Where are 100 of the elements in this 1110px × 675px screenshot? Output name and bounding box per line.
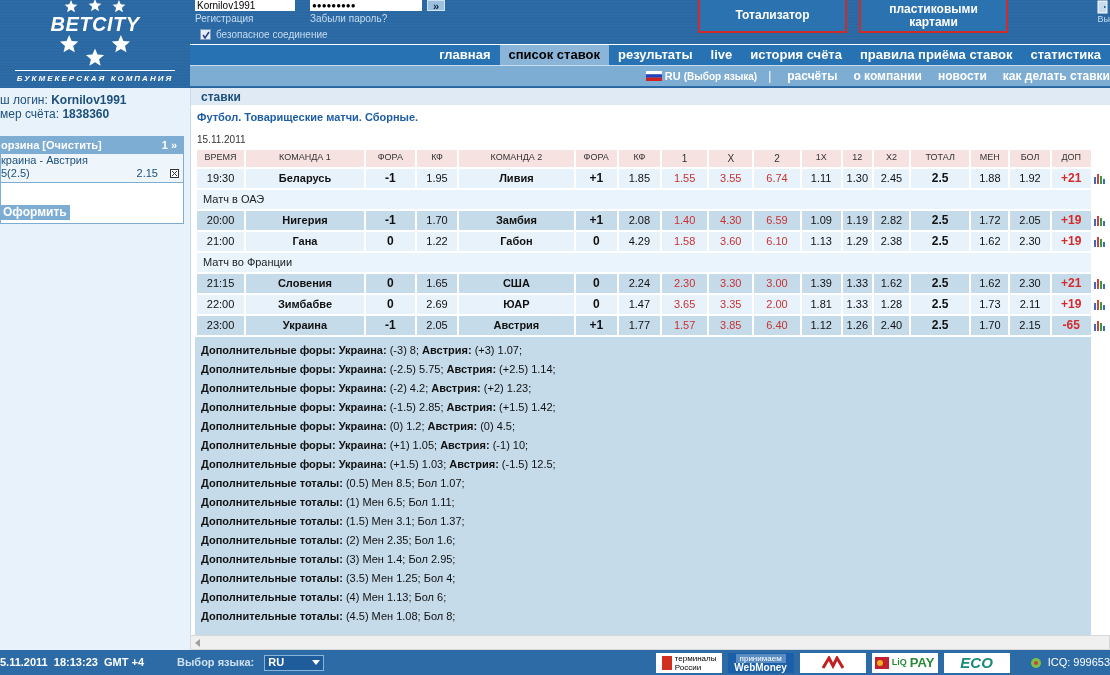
language-select[interactable]: RU [264, 654, 325, 671]
table-cell[interactable]: 3.65 [662, 294, 708, 314]
table-cell[interactable]: 1.70 [971, 315, 1009, 335]
table-cell[interactable]: 1.92 [1010, 168, 1050, 188]
datetime: 5.11.2011 18:13:23 GMT +4 [0, 655, 145, 671]
promo-button[interactable]: пластиковыми картами [859, 0, 1008, 33]
table-cell[interactable]: 1.30 [842, 168, 872, 188]
table-cell[interactable]: 1.72 [971, 210, 1009, 230]
table-cell[interactable]: 2.5 [911, 168, 970, 188]
table-cell[interactable]: +19 [1051, 231, 1091, 251]
table-cell[interactable]: 1.40 [662, 210, 708, 230]
table-cell[interactable]: 1.19 [842, 210, 872, 230]
table-cell[interactable]: 2.00 [754, 294, 800, 314]
table-cell[interactable]: 2.05 [1010, 210, 1050, 230]
table-cell[interactable]: 2.30 [1010, 273, 1050, 293]
nav-link[interactable]: live [701, 45, 742, 65]
table-cell[interactable]: 1.81 [801, 294, 841, 314]
table-cell[interactable]: 2.15 [1010, 315, 1050, 335]
nav-link[interactable]: главная [430, 45, 500, 65]
login-button[interactable]: » [427, 0, 445, 11]
table-cell[interactable]: +19 [1051, 210, 1091, 230]
table-cell: +1 [575, 168, 617, 188]
table-cell[interactable]: 1.55 [662, 168, 708, 188]
table-cell[interactable]: 1.13 [801, 231, 841, 251]
table-cell: Ливия [459, 168, 574, 188]
table-cell[interactable]: 6.40 [754, 315, 800, 335]
table-cell[interactable]: 1.62 [873, 273, 910, 293]
table-cell[interactable]: 2.5 [911, 231, 970, 251]
table-cell[interactable]: 2.30 [662, 273, 708, 293]
table-cell[interactable]: 2.11 [1010, 294, 1050, 314]
table-cell[interactable]: 2.5 [911, 273, 970, 293]
table-cell[interactable]: 2.30 [1010, 231, 1050, 251]
password-field[interactable]: ●●●●●●●●● [310, 0, 422, 11]
group-title: Матч в ОАЭ [197, 189, 1091, 209]
extra-bet-line: Дополнительные форы: Украина: (-3) 8; Австрия: (+3) 1.07; [201, 342, 524, 358]
table-cell[interactable]: 1.77 [618, 315, 660, 335]
table-cell: 0 [575, 294, 617, 314]
table-cell[interactable]: 1.57 [662, 315, 708, 335]
table-cell[interactable]: 1.62 [971, 273, 1009, 293]
table-cell[interactable]: 1.33 [842, 294, 872, 314]
table-cell[interactable]: 2.5 [911, 315, 970, 335]
table-cell[interactable]: 1.11 [801, 168, 841, 188]
table-cell[interactable]: 2.24 [618, 273, 660, 293]
basket-title: орзина [1, 138, 40, 154]
table-cell[interactable]: 1.47 [618, 294, 660, 314]
column-header: КФ [416, 149, 458, 167]
table-cell[interactable]: 6.74 [754, 168, 800, 188]
nav-link[interactable]: список ставок [499, 45, 609, 65]
webmoney-banner[interactable]: принимаем WebMoney [727, 652, 794, 673]
table-cell[interactable]: 2.45 [873, 168, 910, 188]
exit-label[interactable]: Вы [1097, 14, 1110, 24]
table-cell[interactable]: 1.85 [618, 168, 660, 188]
login-line: ш логин: Kornilov1991 [0, 93, 128, 107]
table-cell[interactable]: 4.29 [618, 231, 660, 251]
extra-bet-line: Дополнительные форы: Украина: (-2) 4.2; Австрия: (+2) 1.23; [201, 380, 533, 396]
table-cell[interactable]: 6.59 [754, 210, 800, 230]
table-cell[interactable]: 2.38 [873, 231, 910, 251]
eco-banner[interactable]: ECO [943, 652, 1010, 673]
nav-link[interactable]: история счёта [741, 45, 851, 65]
table-cell[interactable]: 1.62 [971, 231, 1009, 251]
table-cell[interactable]: 3.35 [709, 294, 753, 314]
table-cell[interactable]: 1.26 [842, 315, 872, 335]
table-cell: 2.69 [416, 294, 458, 314]
column-header: 1X [801, 149, 841, 167]
table-cell[interactable]: +19 [1051, 294, 1091, 314]
table-cell[interactable]: 2.5 [911, 294, 970, 314]
table-cell[interactable]: 6.10 [754, 231, 800, 251]
promo-button[interactable]: Тотализатор [698, 0, 847, 33]
nav-link[interactable]: статистика [1021, 45, 1110, 65]
table-cell[interactable]: 1.29 [842, 231, 872, 251]
table-cell[interactable]: 1.33 [842, 273, 872, 293]
table-cell[interactable]: 1.58 [662, 231, 708, 251]
table-cell[interactable]: 2.5 [911, 210, 970, 230]
table-cell[interactable]: 3.00 [754, 273, 800, 293]
username-field[interactable]: Kornilov1991 [195, 0, 295, 11]
table-cell[interactable]: 1.09 [801, 210, 841, 230]
table-cell[interactable]: 1.73 [971, 294, 1009, 314]
terminals-banner[interactable]: терминалы России [655, 652, 722, 673]
nav-link[interactable]: результаты [608, 45, 702, 65]
table-cell[interactable]: 3.60 [709, 231, 753, 251]
register-link[interactable]: Регистрация [195, 11, 295, 26]
table-cell[interactable]: -65 [1051, 315, 1091, 335]
nav-link[interactable]: правила приёма ставок [850, 45, 1022, 65]
table-cell[interactable]: 1.28 [873, 294, 910, 314]
table-cell[interactable]: 1.12 [801, 315, 841, 335]
table-cell[interactable]: 3.30 [709, 273, 753, 293]
table-cell[interactable]: +21 [1051, 168, 1091, 188]
liqpay-banner[interactable]: LiQ PAY [871, 652, 938, 673]
table-cell[interactable]: 3.85 [709, 315, 753, 335]
table-cell[interactable]: 1.88 [971, 168, 1009, 188]
table-cell[interactable]: +21 [1051, 273, 1091, 293]
table-cell: 1.70 [416, 210, 458, 230]
table-cell[interactable]: 3.55 [709, 168, 753, 188]
forgot-password-link[interactable]: Забыли пароль? [310, 11, 422, 26]
table-cell: 0 [365, 273, 415, 293]
table-cell[interactable]: 1.39 [801, 273, 841, 293]
table-cell[interactable]: 2.40 [873, 315, 910, 335]
table-cell[interactable]: 4.30 [709, 210, 753, 230]
table-cell[interactable]: 2.82 [873, 210, 910, 230]
table-cell[interactable]: 2.08 [618, 210, 660, 230]
